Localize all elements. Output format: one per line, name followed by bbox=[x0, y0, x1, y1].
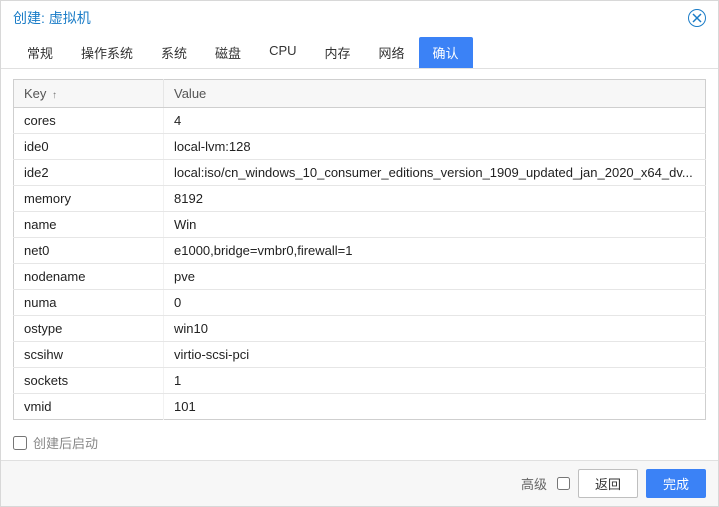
tab-1[interactable]: 操作系统 bbox=[67, 37, 147, 68]
cell-key: name bbox=[14, 212, 164, 238]
table-row[interactable]: ostypewin10 bbox=[14, 316, 706, 342]
content-area: Key ↑ Value cores4ide0local-lvm:128ide2l… bbox=[1, 69, 718, 425]
close-button[interactable] bbox=[688, 9, 706, 27]
header-value-label: Value bbox=[174, 86, 206, 101]
table-row[interactable]: memory8192 bbox=[14, 186, 706, 212]
cell-value: 0 bbox=[164, 290, 706, 316]
table-row[interactable]: ide0local-lvm:128 bbox=[14, 134, 706, 160]
cell-key: ide2 bbox=[14, 160, 164, 186]
dialog-footer: 高级 返回 完成 bbox=[1, 460, 718, 506]
cell-value: Win bbox=[164, 212, 706, 238]
table-row[interactable]: net0e1000,bridge=vmbr0,firewall=1 bbox=[14, 238, 706, 264]
titlebar: 创建: 虚拟机 bbox=[1, 1, 718, 33]
tab-7[interactable]: 确认 bbox=[419, 37, 473, 68]
cell-key: ide0 bbox=[14, 134, 164, 160]
cell-key: numa bbox=[14, 290, 164, 316]
table-header-value[interactable]: Value bbox=[164, 80, 706, 108]
table-row[interactable]: scsihwvirtio-scsi-pci bbox=[14, 342, 706, 368]
tab-0[interactable]: 常规 bbox=[13, 37, 67, 68]
dialog-title: 创建: 虚拟机 bbox=[13, 8, 91, 28]
cell-value: e1000,bridge=vmbr0,firewall=1 bbox=[164, 238, 706, 264]
cell-value: local:iso/cn_windows_10_consumer_edition… bbox=[164, 160, 706, 186]
table-row[interactable]: ide2local:iso/cn_windows_10_consumer_edi… bbox=[14, 160, 706, 186]
table-row[interactable]: nodenamepve bbox=[14, 264, 706, 290]
cell-value: pve bbox=[164, 264, 706, 290]
cell-key: ostype bbox=[14, 316, 164, 342]
cell-value: 8192 bbox=[164, 186, 706, 212]
cell-key: net0 bbox=[14, 238, 164, 264]
tab-5[interactable]: 内存 bbox=[311, 37, 365, 68]
start-after-create-row: 创建后启动 bbox=[1, 425, 718, 460]
start-after-create-label[interactable]: 创建后启动 bbox=[33, 433, 98, 452]
tab-3[interactable]: 磁盘 bbox=[201, 37, 255, 68]
header-key-label: Key bbox=[24, 86, 46, 101]
back-button[interactable]: 返回 bbox=[578, 469, 638, 498]
cell-value: 4 bbox=[164, 108, 706, 134]
table-row[interactable]: nameWin bbox=[14, 212, 706, 238]
table-row[interactable]: cores4 bbox=[14, 108, 706, 134]
cell-key: scsihw bbox=[14, 342, 164, 368]
finish-button[interactable]: 完成 bbox=[646, 469, 706, 498]
cell-value: virtio-scsi-pci bbox=[164, 342, 706, 368]
tab-2[interactable]: 系统 bbox=[147, 37, 201, 68]
cell-key: cores bbox=[14, 108, 164, 134]
close-icon bbox=[692, 13, 702, 23]
advanced-label: 高级 bbox=[521, 474, 547, 493]
table-row[interactable]: sockets1 bbox=[14, 368, 706, 394]
cell-value: win10 bbox=[164, 316, 706, 342]
create-vm-dialog: 创建: 虚拟机 常规操作系统系统磁盘CPU内存网络确认 Key ↑ Value bbox=[0, 0, 719, 507]
table-row[interactable]: numa0 bbox=[14, 290, 706, 316]
cell-key: memory bbox=[14, 186, 164, 212]
sort-asc-icon: ↑ bbox=[52, 90, 57, 101]
cell-key: vmid bbox=[14, 394, 164, 420]
start-after-create-checkbox[interactable] bbox=[13, 436, 27, 450]
table-row[interactable]: vmid101 bbox=[14, 394, 706, 420]
cell-key: sockets bbox=[14, 368, 164, 394]
cell-value: 101 bbox=[164, 394, 706, 420]
wizard-tabs: 常规操作系统系统磁盘CPU内存网络确认 bbox=[1, 33, 718, 69]
tab-4[interactable]: CPU bbox=[255, 37, 310, 68]
table-header-key[interactable]: Key ↑ bbox=[14, 80, 164, 108]
summary-table: Key ↑ Value cores4ide0local-lvm:128ide2l… bbox=[13, 79, 706, 420]
cell-value: local-lvm:128 bbox=[164, 134, 706, 160]
tab-6[interactable]: 网络 bbox=[365, 37, 419, 68]
cell-value: 1 bbox=[164, 368, 706, 394]
cell-key: nodename bbox=[14, 264, 164, 290]
advanced-checkbox[interactable] bbox=[557, 477, 570, 490]
